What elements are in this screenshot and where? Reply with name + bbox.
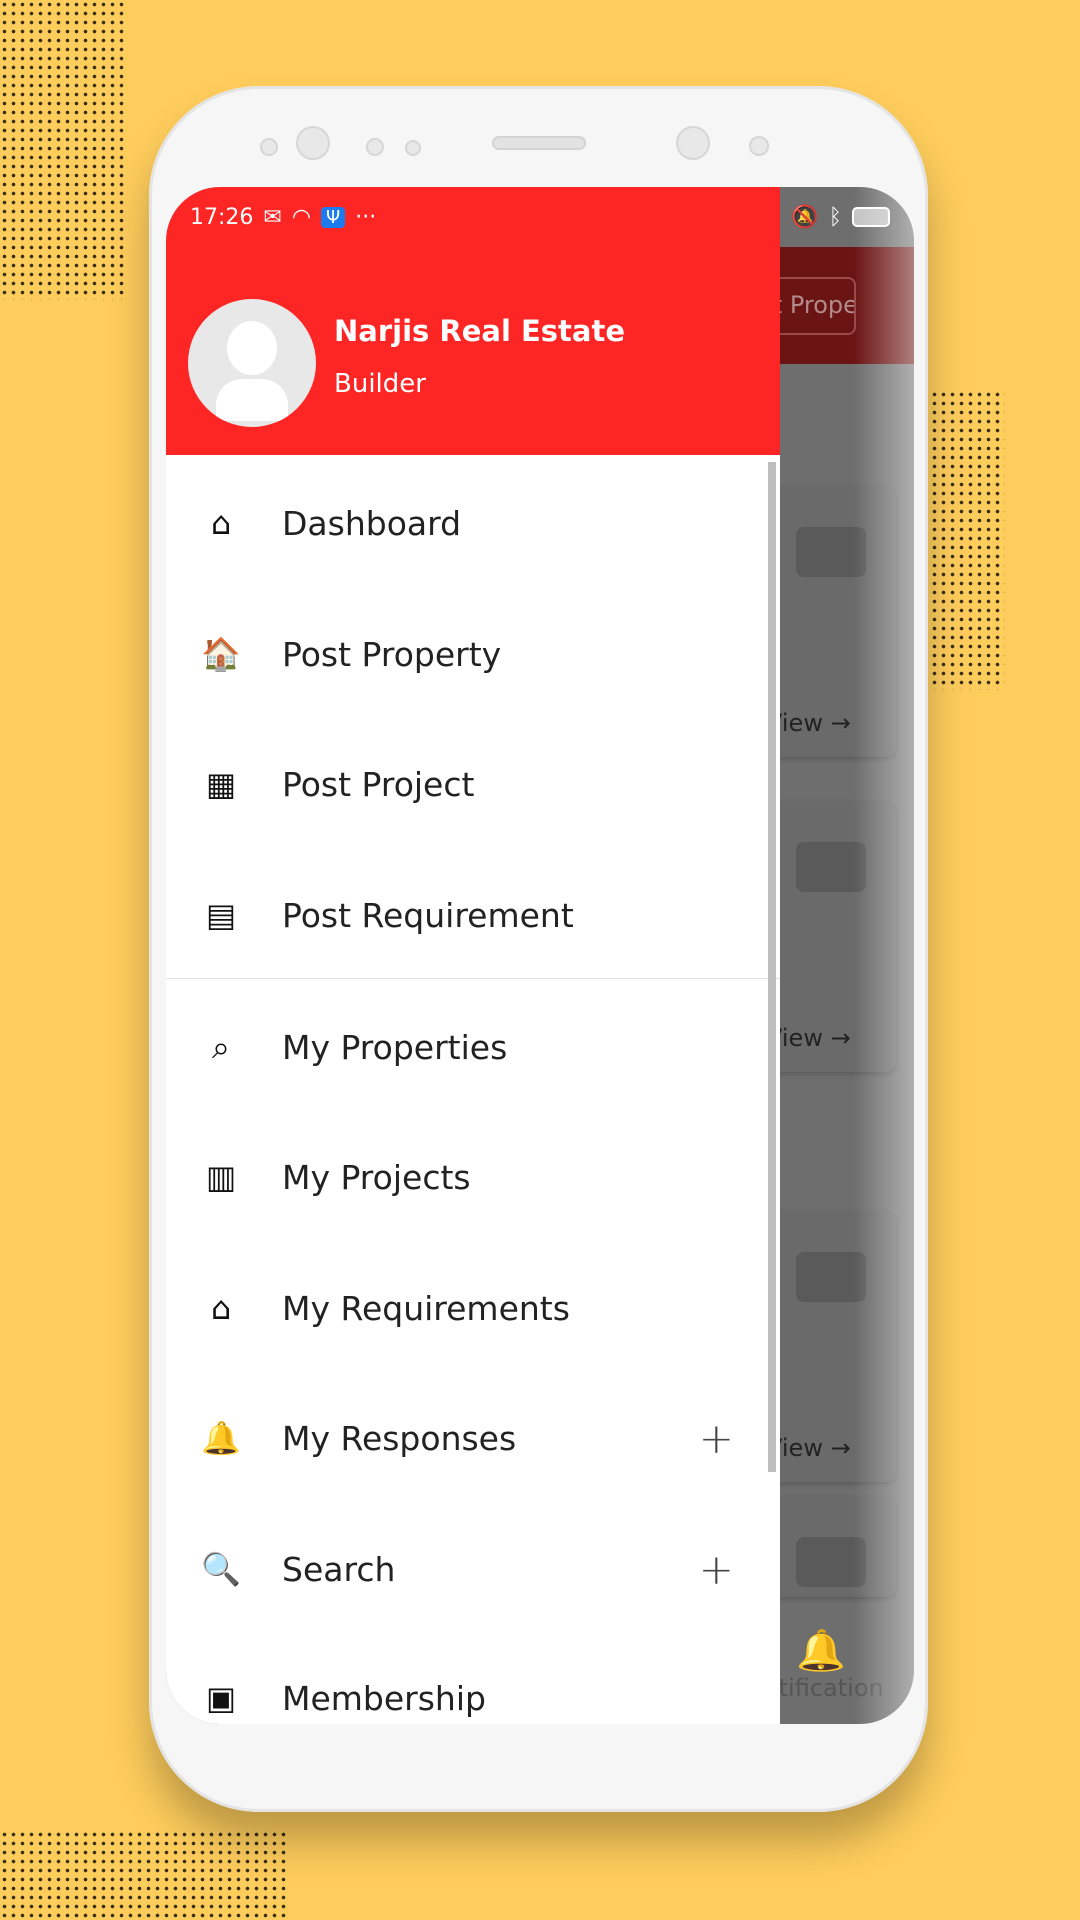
house-dollar-icon: 🏠 — [201, 635, 241, 673]
mute-icon: 🔕 — [791, 204, 819, 230]
bluetooth-icon: ᛒ — [828, 204, 842, 230]
bell-icon: 🔔 — [201, 1419, 241, 1457]
house-search-icon: ⌂ — [210, 1289, 232, 1327]
property-search-icon: ⌕ — [212, 1027, 230, 1066]
building-search-icon: ▤ — [205, 896, 237, 934]
menu-item-label: My Properties — [282, 1027, 508, 1067]
notification-icon: ✉ — [263, 204, 282, 230]
phone-screen: Post Property View → View → View → 🔔Noti… — [166, 187, 914, 1724]
menu-item-label: Membership — [282, 1678, 486, 1718]
menu-item-my-requirements[interactable]: ⌂ My Requirements — [166, 1243, 780, 1373]
dot-pattern — [930, 390, 1005, 690]
search-icon: 🔍 — [201, 1550, 241, 1588]
status-time: 17:26 — [190, 204, 254, 230]
menu-item-label: Post Requirement — [282, 895, 574, 935]
menu-item-membership[interactable]: ▣ Membership — [166, 1633, 780, 1724]
projects-icon: ▥ — [205, 1158, 237, 1196]
menu-item-post-property[interactable]: 🏠 Post Property — [166, 589, 780, 719]
home-icon: ⌂ — [210, 504, 232, 542]
menu-item-label: Dashboard — [282, 503, 462, 543]
expand-plus-icon[interactable]: + — [699, 1545, 734, 1594]
menu-item-label: My Requirements — [282, 1288, 570, 1328]
menu-item-label: Post Project — [282, 764, 475, 804]
navigation-drawer: Narjis Real Estate Builder ⌂ Dashboard 🏠 Po… — [166, 187, 780, 1724]
menu-item-label: My Projects — [282, 1157, 471, 1197]
menu-item-label: Post Property — [282, 634, 502, 674]
blueprint-icon: ▦ — [205, 765, 237, 803]
menu-item-dashboard[interactable]: ⌂ Dashboard — [166, 458, 780, 588]
menu-item-my-projects[interactable]: ▥ My Projects — [166, 1112, 780, 1242]
menu-item-my-properties[interactable]: ⌕ My Properties — [166, 982, 780, 1112]
scrollbar[interactable] — [768, 462, 776, 1472]
dot-pattern — [0, 1830, 290, 1920]
menu-item-label: Search — [282, 1549, 396, 1589]
avatar[interactable] — [188, 299, 316, 427]
menu-item-post-requirement[interactable]: ▤ Post Requirement — [166, 850, 780, 980]
wifi-icon: ◠ — [291, 204, 312, 230]
status-bar: 17:26 ✉ ◠ Ψ ··· 🔕 ᛒ — [166, 187, 914, 247]
menu-item-my-responses[interactable]: 🔔 My Responses + — [166, 1373, 780, 1503]
profile-name: Narjis Real Estate — [334, 314, 626, 348]
battery-icon — [852, 207, 890, 227]
expand-plus-icon[interactable]: + — [699, 1414, 734, 1463]
menu-item-post-project[interactable]: ▦ Post Project — [166, 719, 780, 849]
usb-icon: Ψ — [321, 206, 346, 228]
menu-item-label: My Responses — [282, 1418, 517, 1458]
menu-item-search[interactable]: 🔍 Search + — [166, 1504, 780, 1634]
dot-pattern — [0, 0, 125, 300]
divider — [166, 978, 780, 979]
gift-card-icon: ▣ — [205, 1679, 237, 1717]
more-icon: ··· — [355, 204, 377, 230]
profile-role: Builder — [334, 369, 426, 399]
